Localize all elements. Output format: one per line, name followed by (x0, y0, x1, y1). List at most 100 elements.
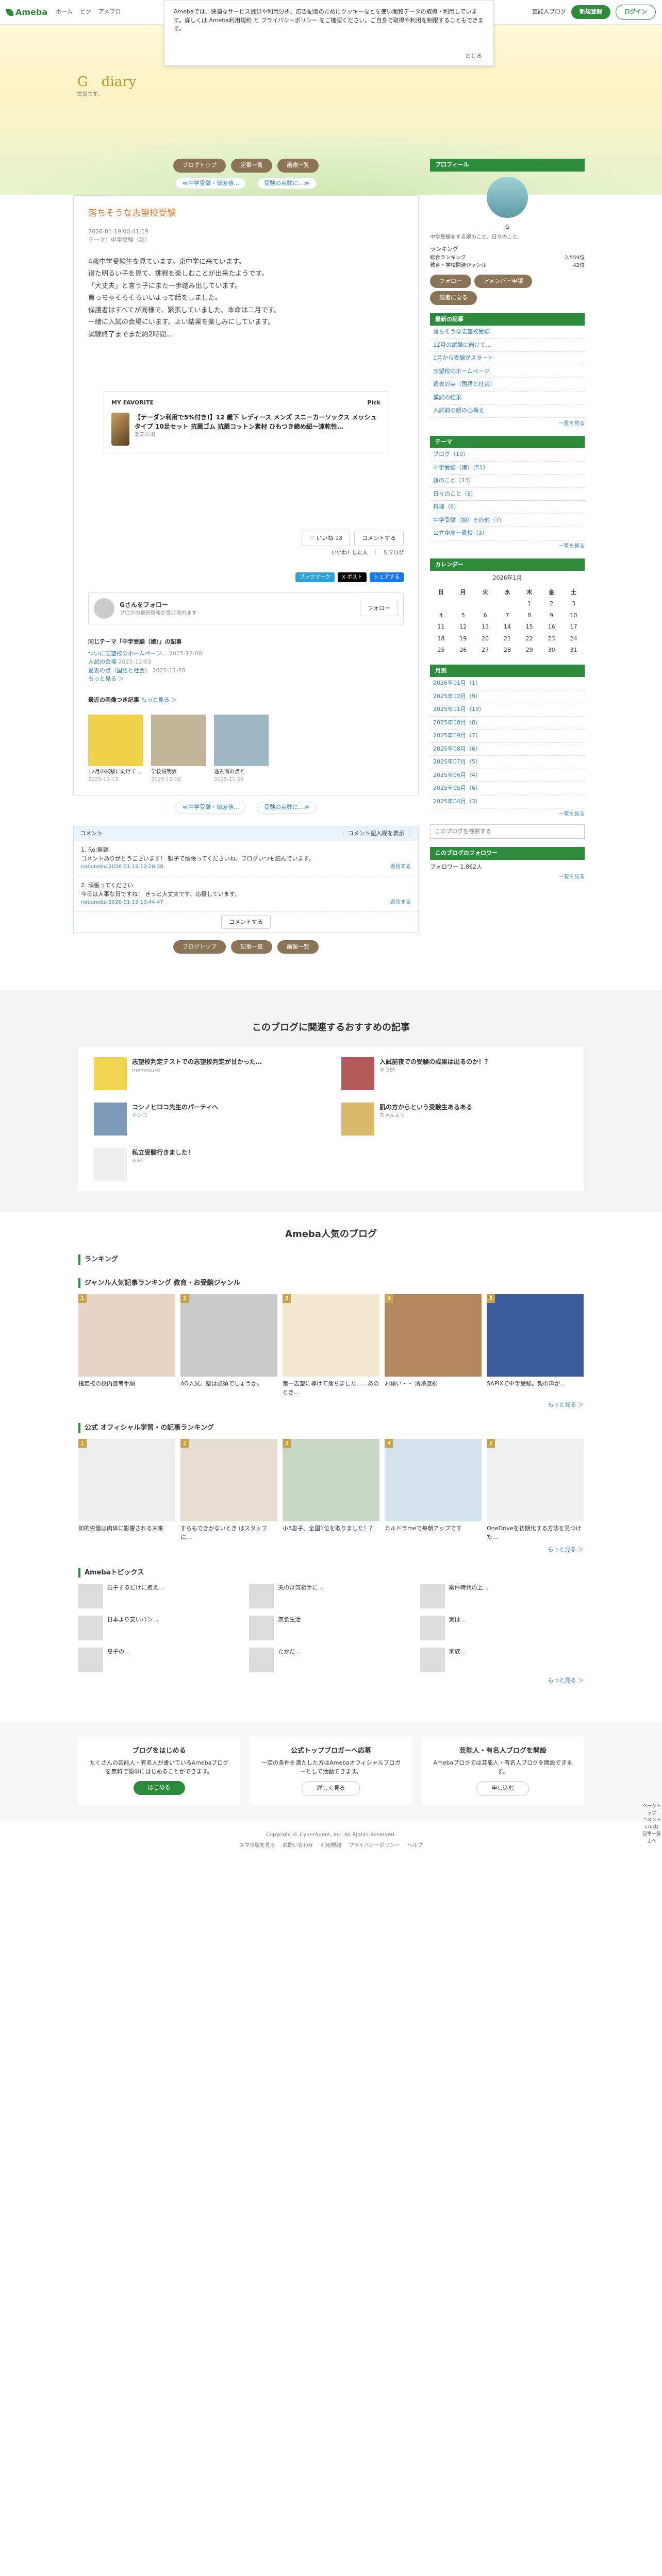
footer-link[interactable]: スマホ版を見る (239, 1842, 275, 1850)
footer-link[interactable]: プライバシーポリシー (349, 1842, 400, 1850)
list-item[interactable]: 過去の点（国語と社会） 2025-11-28 (88, 667, 404, 675)
tab-image-list[interactable]: 画像一覧 (277, 940, 319, 954)
list-item[interactable]: 2026年01月（1） (430, 677, 585, 690)
tab-image-list[interactable]: 画像一覧 (277, 159, 319, 173)
x-post-button[interactable]: X ポスト (337, 572, 367, 582)
profile-name[interactable]: G (430, 223, 585, 232)
list-item[interactable]: 入試の会場 2025-12-03 (88, 658, 404, 667)
list-item[interactable]: 2025年06月（4） (430, 769, 585, 782)
ranking-card[interactable]: 3 第一志望に導けて落ちました……あのとき… (283, 1294, 379, 1397)
list-item[interactable]: 模試の結果 (430, 392, 585, 404)
follow-button[interactable]: フォロー (360, 600, 398, 617)
more-link[interactable]: もっと見る ＞ (78, 1401, 584, 1410)
more-link[interactable]: もっと見る ＞ (78, 1546, 584, 1554)
reply-button[interactable]: 返信する (390, 863, 411, 871)
topic-item[interactable]: 案件時代の上… (420, 1584, 584, 1608)
prev-entry-link[interactable]: ≪中学受験・偏差値… (175, 802, 246, 814)
entry-theme[interactable]: テーマ：中学受験（娘） (88, 236, 404, 245)
footer-link[interactable]: 利用規約 (321, 1842, 341, 1850)
recommend-item[interactable]: 肌の方からという受験生あるある ちゃんよう (341, 1103, 568, 1136)
ranking-card[interactable]: 2 AO入試、塾は必須でしょうか。 (180, 1294, 277, 1397)
list-item[interactable]: 公立中高一貫校（3） (430, 527, 585, 540)
celeb-blog-link[interactable]: 芸能人ブログ (532, 8, 566, 16)
float-item[interactable]: ページトップ (641, 1803, 662, 1817)
list-item[interactable]: ブログ（10） (430, 448, 585, 462)
list-item[interactable]: 2025年08月（6） (430, 743, 585, 756)
list-item[interactable]: 1月から受験がスタート (430, 352, 585, 365)
topic-item[interactable]: たかだ… (249, 1648, 412, 1672)
ranking-card[interactable]: 5 SAPIXで中学受験。親の声が… (487, 1294, 584, 1397)
my-favorite-box[interactable]: MY FAVORITE Pick 【テーダン利用で5%付き!】12 歳下 レディ… (104, 391, 388, 453)
more-link[interactable]: 一覧を見る (430, 420, 585, 428)
entry-title[interactable]: 落ちそうな志望校受験 (88, 207, 404, 221)
footer-link[interactable]: お問い合わせ (283, 1842, 313, 1850)
next-entry-link[interactable]: 受験の点数に…≫ (257, 177, 317, 189)
comment-author[interactable]: nabunobu 2026-01-19 10:44:47 (81, 899, 163, 906)
profile-image[interactable] (487, 176, 528, 218)
float-item[interactable]: 上へ (641, 1838, 662, 1845)
topic-item[interactable]: 家族… (420, 1648, 584, 1672)
reply-button[interactable]: 返信する (390, 899, 411, 906)
recent-images-more[interactable]: もっと見る ＞ (141, 697, 177, 703)
ranking-card[interactable]: 1 指定校の校内選考手順 (78, 1294, 175, 1397)
reader-button[interactable]: 読者になる (430, 291, 477, 305)
ranking-card[interactable]: 4 お願い・・ 清浄選択 (385, 1294, 482, 1397)
recommend-item[interactable]: 私立受験行きました！ ai44 (94, 1148, 321, 1181)
more-link[interactable]: もっと見る ＞ (88, 675, 404, 684)
list-item[interactable]: 2025年10月（8） (430, 717, 585, 730)
recommend-item[interactable]: コシノヒロコ先生のパーティへ キンコ (94, 1103, 321, 1136)
topic-item[interactable]: 息子の… (78, 1648, 242, 1672)
tab-entry-list[interactable]: 記事一覧 (231, 940, 272, 954)
login-button[interactable]: ログイン (616, 5, 656, 20)
more-link[interactable]: 一覧を見る (430, 543, 585, 550)
ranking-card[interactable]: 2 すらもできかないとき はスタッフに… (180, 1439, 277, 1541)
float-item[interactable]: いいね (641, 1824, 662, 1832)
nav-home[interactable]: ホーム (56, 8, 73, 16)
recommend-item[interactable]: 入試前夜での受験の成果は出るのか！？ ゆう姉 (341, 1057, 568, 1090)
write-comment-button[interactable]: コメントする (221, 915, 271, 929)
list-item[interactable]: ついに志望校のホームページ… 2025-12-08 (88, 650, 404, 658)
list-item[interactable]: 娘のこと（13） (430, 474, 585, 488)
rank-row[interactable]: 総合ランキング 2,559位 (430, 254, 585, 262)
more-link[interactable]: もっと見る ＞ (78, 1676, 584, 1685)
list-item[interactable]: 中学受験（娘）（51） (430, 462, 585, 474)
list-item[interactable]: 入試前の親の心構え (430, 404, 585, 418)
facebook-share-button[interactable]: シェアする (370, 572, 404, 582)
celeb-apply-button[interactable]: 申し込む (476, 1781, 529, 1796)
ranking-card[interactable]: 1 知的労働は肉体に影響される未来 (78, 1439, 175, 1541)
ranking-card[interactable]: 5 OneDriveを初期化する方法を見つけた… (487, 1439, 584, 1541)
nav-pigg[interactable]: ピグ (80, 8, 91, 16)
tab-entry-list[interactable]: 記事一覧 (231, 159, 272, 173)
comment-form-toggle[interactable]: ｜ コメント記入欄を表示 ｜ (340, 829, 412, 838)
topic-item[interactable]: 無食生活 (249, 1616, 412, 1640)
ranking-card[interactable]: 3 小3息子、全国1位を取りました！？ (283, 1439, 379, 1541)
cookie-close-button[interactable]: とじる (465, 52, 482, 61)
follower-count[interactable]: フォロワー 1,862人 (430, 863, 585, 872)
list-item[interactable]: 日々のこと（8） (430, 488, 585, 501)
amember-button[interactable]: アメンバー申請 (474, 274, 533, 288)
more-link[interactable]: 一覧を見る (430, 873, 585, 881)
thumb-item[interactable]: 12月の試験に向けて… 2025-12-13 (88, 715, 143, 784)
reblog-links[interactable]: いいね！した人 ｜ リブログ (88, 549, 404, 557)
recommend-item[interactable]: 志望校判定テストでの志望校判定が甘かった… momosuke (94, 1057, 321, 1090)
list-item[interactable]: 志望校のホームページ (430, 365, 585, 378)
ranking-card[interactable]: 4 カルドラmeで毎朝アップです (385, 1439, 482, 1541)
like-button[interactable]: ♡ いいね 13 (302, 530, 350, 546)
list-item[interactable]: 中学受験（娘）その他（7） (430, 514, 585, 527)
blog-title[interactable]: G diary (77, 72, 136, 92)
rank-row[interactable]: 教育・学校関連ジャンル 42位 (430, 262, 585, 269)
list-item[interactable]: 2025年04月（3） (430, 795, 585, 808)
topic-item[interactable]: 実は… (420, 1616, 584, 1640)
list-item[interactable]: 料理（6） (430, 501, 585, 514)
profile-follow-button[interactable]: フォロー (430, 274, 471, 288)
tab-blog-top[interactable]: ブログトップ (173, 159, 226, 173)
thumb-item[interactable]: 学校説明会 2025-12-08 (151, 715, 206, 784)
topic-item[interactable]: 妊子するだけに抱え… (78, 1584, 242, 1608)
thumb-item[interactable]: 過去問の点と 2025-11-28 (214, 715, 269, 784)
tab-blog-top[interactable]: ブログトップ (173, 940, 226, 954)
list-item[interactable]: 2025年11月（13） (430, 703, 585, 717)
prev-entry-link[interactable]: ≪中学受験・偏差値… (175, 177, 246, 189)
list-item[interactable]: 12月の試験に向けて… (430, 339, 585, 352)
comment-author[interactable]: nabunobu 2026-01-19 10:20:38 (81, 863, 163, 871)
footer-link[interactable]: ヘルプ (407, 1842, 423, 1850)
